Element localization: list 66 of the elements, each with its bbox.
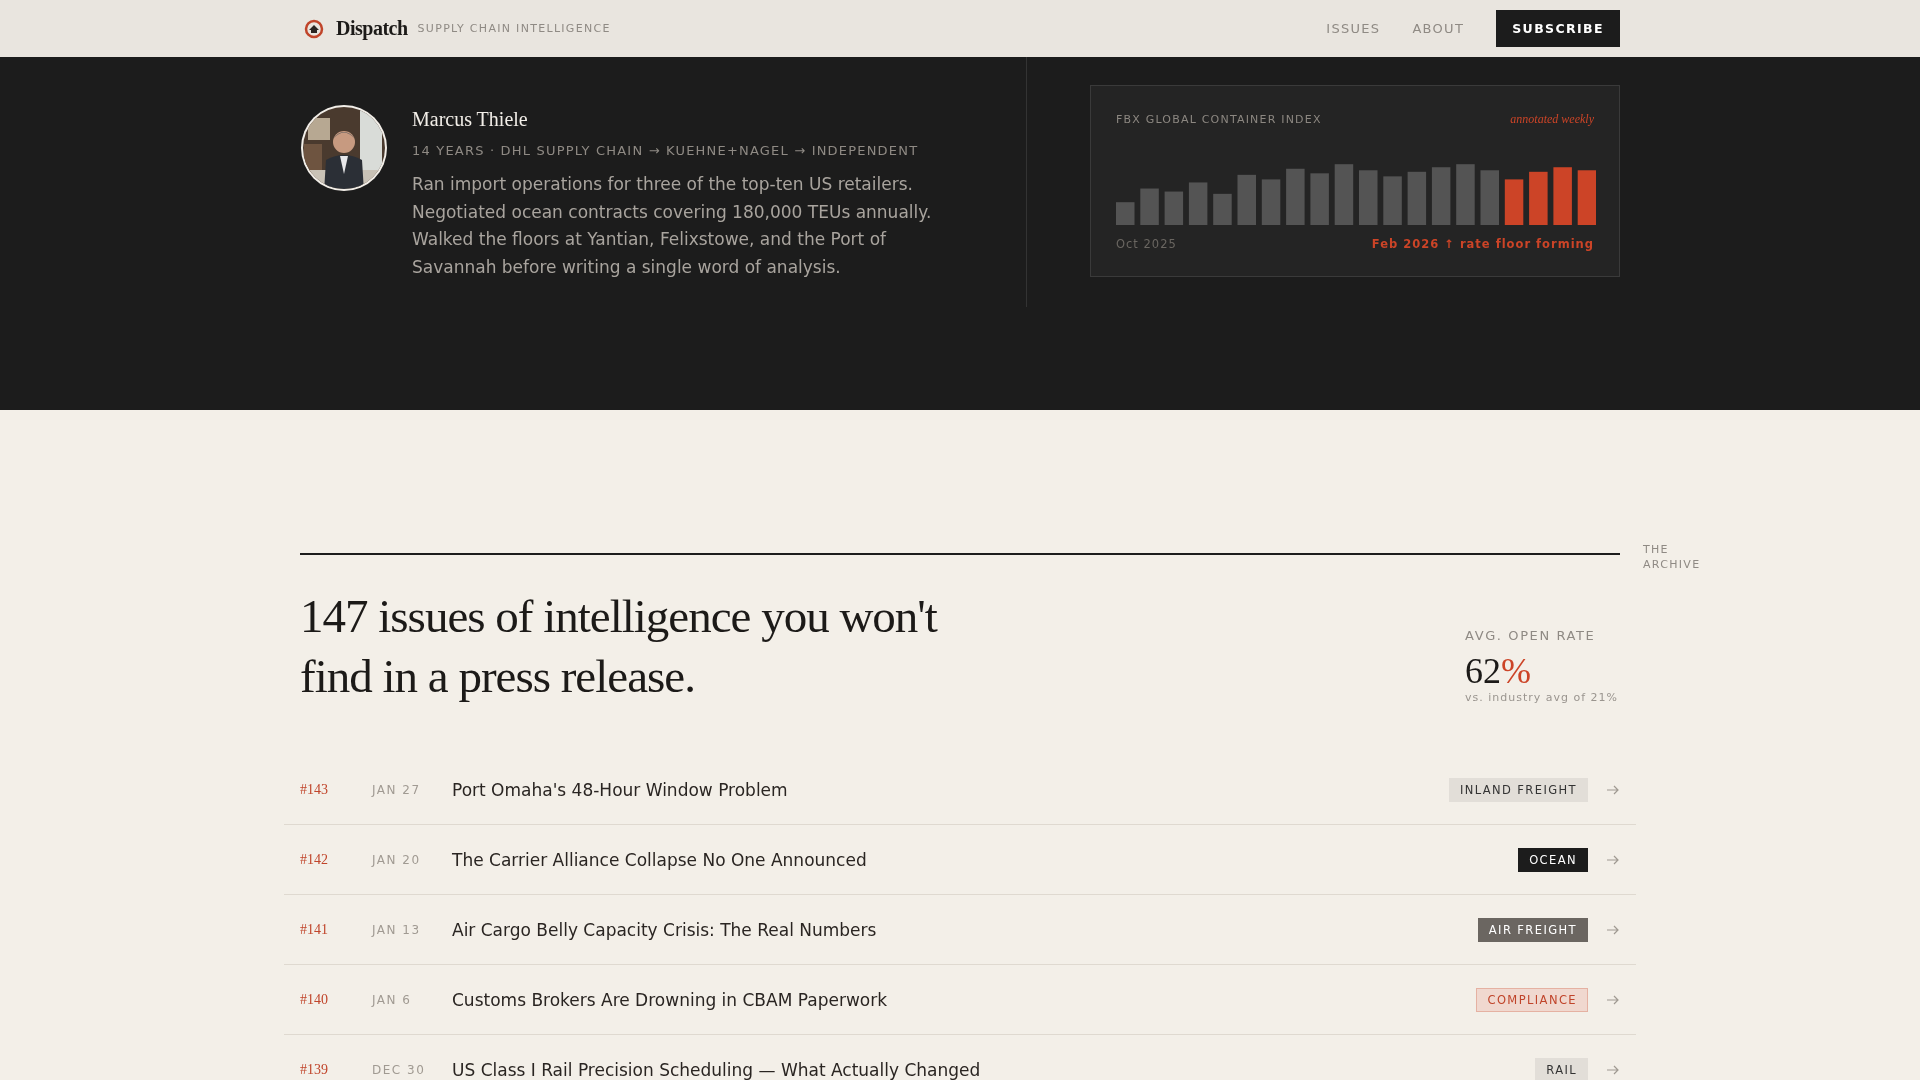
chart-bar bbox=[1480, 170, 1499, 225]
issue-row[interactable]: #142 JAN 20 The Carrier Alliance Collapse No One Announced OCEAN bbox=[284, 825, 1636, 895]
section-eyebrow: THE ARCHIVE bbox=[1643, 542, 1702, 572]
arrow-icon[interactable] bbox=[1606, 924, 1620, 935]
category-tag: INLAND FREIGHT bbox=[1448, 777, 1588, 802]
issue-number: #139 bbox=[300, 1061, 329, 1078]
chart-bar bbox=[1577, 170, 1596, 225]
archive-heading: 147 issues of intelligence you won't find in a press release. bbox=[300, 589, 939, 704]
category-tag: COMPLIANCE bbox=[1476, 987, 1588, 1012]
stat-label: AVG. OPEN RATE bbox=[1465, 628, 1597, 643]
issue-row[interactable]: #141 JAN 13 Air Cargo Belly Capacity Crisis: The Real Numbers AIR FREIGHT bbox=[284, 895, 1636, 965]
chart-bar bbox=[1188, 182, 1208, 225]
chart-bar bbox=[1407, 171, 1427, 225]
arrow-icon[interactable] bbox=[1606, 1064, 1620, 1075]
issue-date: JAN 13 bbox=[372, 922, 422, 937]
logo-icon bbox=[304, 18, 324, 39]
chart-bar bbox=[1431, 167, 1451, 225]
author-career: 14 YEARS · DHL SUPPLY CHAIN → KUEHNE+NAGEL → INDEPENDENT bbox=[412, 143, 920, 158]
issue-date: JAN 20 bbox=[372, 852, 422, 867]
chart-note: annotated weekly bbox=[1510, 112, 1594, 127]
chart-bar bbox=[1286, 168, 1305, 225]
issue-title: Port Omaha's 48-Hour Window Problem bbox=[452, 779, 789, 800]
issue-number: #140 bbox=[300, 991, 329, 1008]
brand-tagline: SUPPLY CHAIN INTELLIGENCE bbox=[417, 22, 611, 35]
issue-title: Customs Brokers Are Drowning in CBAM Paperwork bbox=[452, 989, 889, 1010]
issue-number: #142 bbox=[300, 851, 329, 868]
brand-name[interactable]: Dispatch bbox=[336, 17, 408, 40]
chart-bar bbox=[1310, 173, 1329, 225]
issue-number: #143 bbox=[300, 781, 329, 798]
category-tag: AIR FREIGHT bbox=[1477, 917, 1588, 942]
chart-bar bbox=[1504, 179, 1524, 225]
chart-bar bbox=[1164, 191, 1184, 225]
author-bio: Ran import operations for three of the top-ten US retailers. Negotiated ocean contracts covering 180,000 TEUs annually. Walked the floors at Yantian, Felixstowe, and the Port of Savannah before writing a single word of analysis. bbox=[412, 173, 933, 279]
chart-bar bbox=[1383, 176, 1402, 225]
author-name: Marcus Thiele bbox=[412, 108, 529, 131]
chart-bar bbox=[1140, 188, 1159, 225]
chart-bar bbox=[1359, 170, 1378, 225]
arrow-icon[interactable] bbox=[1606, 854, 1620, 865]
issue-title: US Class I Rail Precision Scheduling — What Actually Changed bbox=[452, 1059, 982, 1080]
chart-start-label: Oct 2025 bbox=[1116, 237, 1177, 251]
issue-title: Air Cargo Belly Capacity Crisis: The Real Numbers bbox=[452, 919, 878, 940]
chart-title: FBX GLOBAL CONTAINER INDEX bbox=[1116, 113, 1322, 126]
issue-date: JAN 6 bbox=[372, 992, 413, 1007]
issue-date: DEC 30 bbox=[372, 1062, 427, 1077]
issue-row[interactable]: #139 DEC 30 US Class I Rail Precision Scheduling — What Actually Changed RAIL bbox=[284, 1035, 1636, 1080]
stat-note: vs. industry avg of 21% bbox=[1465, 691, 1620, 704]
chart-bar bbox=[1237, 174, 1256, 225]
chart-bar bbox=[1213, 193, 1232, 225]
chart-bar bbox=[1456, 164, 1475, 225]
category-tag: OCEAN bbox=[1518, 847, 1588, 872]
stat-value: 62% bbox=[1465, 651, 1532, 691]
chart-bar bbox=[1116, 202, 1135, 225]
issue-title: The Carrier Alliance Collapse No One Announced bbox=[452, 849, 868, 870]
chart-bar bbox=[1553, 167, 1572, 225]
chart-bar bbox=[1334, 164, 1354, 225]
issue-row[interactable]: #140 JAN 6 Customs Brokers Are Drowning in CBAM Paperwork COMPLIANCE bbox=[284, 965, 1636, 1035]
issue-number: #141 bbox=[300, 921, 329, 938]
arrow-icon[interactable] bbox=[1606, 784, 1620, 795]
arrow-icon[interactable] bbox=[1606, 994, 1620, 1005]
issue-row[interactable]: #143 JAN 27 Port Omaha's 48-Hour Window Problem INLAND FREIGHT bbox=[284, 755, 1636, 825]
chart-end-label: Feb 2026 ↑ rate floor forming bbox=[1371, 237, 1594, 251]
chart-bar bbox=[1529, 171, 1548, 225]
issue-date: JAN 27 bbox=[372, 782, 422, 797]
subscribe-button[interactable]: SUBSCRIBE bbox=[1496, 10, 1620, 47]
category-tag: RAIL bbox=[1535, 1057, 1588, 1080]
chart-bar bbox=[1261, 179, 1281, 225]
